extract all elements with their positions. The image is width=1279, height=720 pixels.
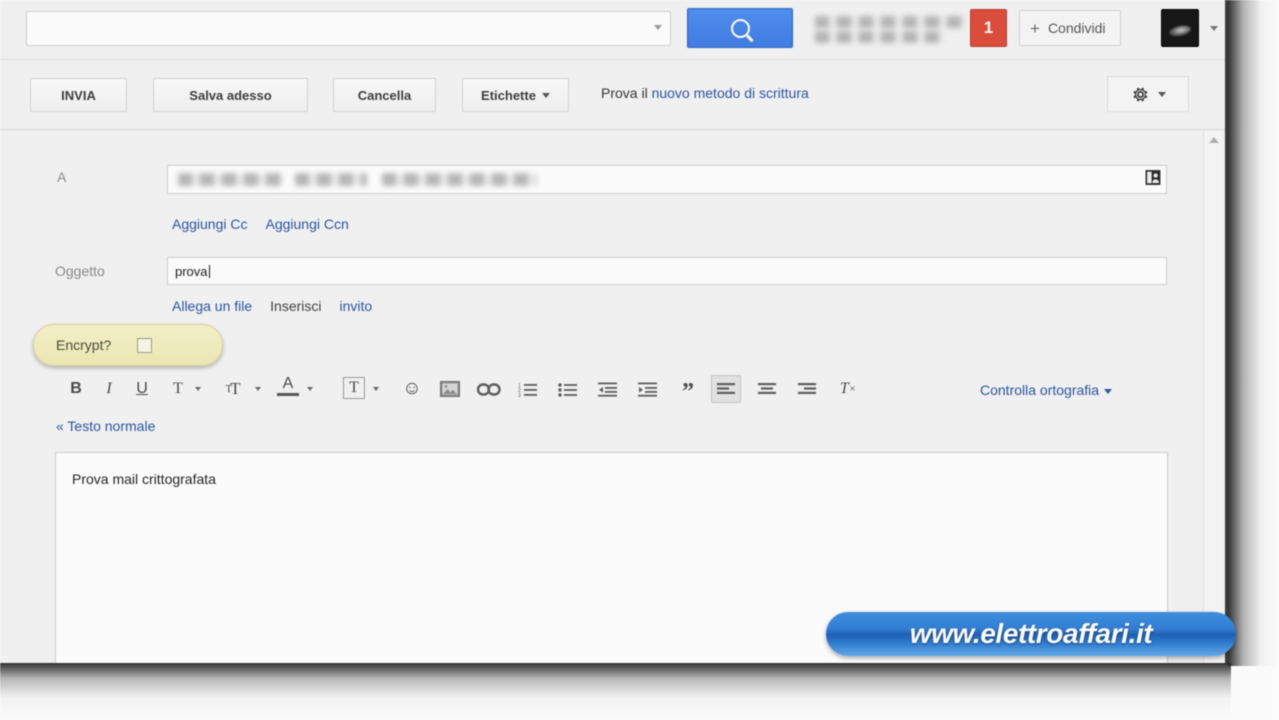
bold-icon[interactable]: B: [65, 374, 87, 404]
new-compose-mode-notice: Prova il nuovo metodo di scrittura: [601, 85, 809, 101]
insert-link-icon[interactable]: [475, 374, 503, 404]
chevron-down-icon[interactable]: [255, 387, 261, 391]
search-input[interactable]: [26, 11, 671, 46]
align-center-glyph: [758, 382, 776, 394]
send-button[interactable]: INVIA: [30, 78, 127, 112]
text-cursor: [208, 264, 210, 278]
attachment-links: Allega un file Inserisci invito: [172, 298, 390, 314]
encrypt-checkbox[interactable]: [137, 337, 153, 353]
indent-less-glyph: [598, 382, 617, 397]
settings-button[interactable]: [1107, 76, 1189, 112]
share-button-label: Condividi: [1047, 20, 1106, 36]
top-bar: 1 + Condividi: [0, 0, 1225, 60]
chevron-down-icon[interactable]: [1210, 26, 1218, 31]
message-body-text: Prova mail crittografata: [72, 471, 216, 487]
remove-formatting-icon[interactable]: T ×: [833, 374, 863, 404]
indent-less-icon[interactable]: [595, 374, 621, 404]
search-button[interactable]: [687, 8, 793, 48]
cc-bcc-links: Aggiungi Cc Aggiungi Ccn: [172, 216, 367, 232]
chevron-down-icon[interactable]: [373, 387, 379, 391]
screenshot-edge-shadow: [1228, 0, 1279, 666]
align-left-glyph: [717, 382, 735, 394]
notification-badge[interactable]: 1: [970, 9, 1007, 47]
encrypt-tooltip-label: Encrypt?: [56, 337, 112, 353]
labels-button-label: Etichette: [481, 87, 536, 103]
font-family-icon[interactable]: T: [167, 374, 189, 404]
indent-more-glyph: [638, 382, 657, 397]
spellcheck-label: Controlla ortografia: [980, 382, 1100, 398]
bulleted-list-glyph: [558, 382, 577, 397]
vertical-scrollbar[interactable]: [1203, 131, 1222, 663]
svg-text:3: 3: [518, 393, 521, 397]
text-background-icon[interactable]: T: [343, 377, 365, 399]
bulleted-list-icon[interactable]: [555, 374, 581, 404]
plain-text-link[interactable]: « Testo normale: [56, 418, 155, 434]
gear-icon: [1132, 87, 1147, 101]
labels-button[interactable]: Etichette: [462, 78, 569, 112]
chevron-down-icon[interactable]: [654, 25, 662, 30]
redacted-recipient: [295, 173, 367, 186]
new-compose-mode-link[interactable]: nuovo metodo di scrittura: [652, 85, 809, 101]
font-size-icon[interactable]: TT: [215, 374, 249, 404]
chevron-down-icon: [541, 92, 550, 98]
save-now-button[interactable]: Salva adesso: [153, 78, 308, 112]
indent-more-icon[interactable]: [635, 374, 661, 404]
chevron-down-icon: [1157, 91, 1166, 97]
watermark-text: www.elettroaffari.it: [909, 618, 1153, 649]
avatar[interactable]: [1161, 9, 1199, 47]
align-right-glyph: [798, 382, 816, 394]
search-icon: [730, 18, 750, 38]
chain-glyph: [477, 382, 501, 396]
plus-icon: +: [1030, 18, 1040, 38]
quote-icon[interactable]: ”: [675, 374, 701, 404]
redacted-account-text: [815, 31, 943, 43]
browser-page: 1 + Condividi INVIA Salva adesso Cancell…: [0, 0, 1228, 663]
to-field-label: A: [57, 169, 67, 185]
add-cc-link[interactable]: Aggiungi Cc: [172, 216, 248, 232]
align-right-icon[interactable]: [793, 374, 821, 404]
subject-value: prova: [175, 263, 208, 279]
emoji-icon[interactable]: ☺: [399, 374, 425, 404]
redacted-account-text: [815, 16, 965, 28]
subject-input[interactable]: prova: [167, 257, 1167, 285]
chevron-down-icon[interactable]: [195, 387, 201, 391]
numbered-list-icon[interactable]: 1 2 3: [515, 374, 541, 404]
attach-file-link[interactable]: Allega un file: [172, 298, 252, 314]
insert-invite-link[interactable]: invito: [340, 298, 373, 314]
italic-icon[interactable]: I: [98, 374, 120, 404]
text-color-icon[interactable]: A: [277, 374, 299, 396]
new-compose-mode-prefix: Prova il: [601, 85, 652, 101]
subject-field-label: Oggetto: [55, 263, 105, 279]
screenshot-edge-shadow: [0, 663, 1231, 720]
redacted-recipient: [178, 173, 283, 186]
spellcheck-link[interactable]: Controlla ortografia: [980, 382, 1113, 398]
contacts-icon[interactable]: [1145, 169, 1162, 186]
align-center-icon[interactable]: [753, 374, 781, 404]
chevron-down-icon: [1104, 388, 1113, 394]
share-button[interactable]: + Condividi: [1019, 10, 1121, 46]
insert-image-icon[interactable]: [437, 374, 463, 404]
align-left-icon[interactable]: [711, 375, 741, 403]
image-glyph: [440, 381, 460, 397]
discard-button[interactable]: Cancella: [333, 78, 436, 112]
redacted-recipient: [382, 173, 537, 186]
screenshot-root: 1 + Condividi INVIA Salva adesso Cancell…: [0, 0, 1279, 720]
chevron-down-icon[interactable]: [307, 387, 313, 391]
insert-invite-prefix: Inserisci: [270, 298, 322, 314]
encrypt-tooltip[interactable]: Encrypt?: [33, 324, 223, 366]
numbered-list-glyph: 1 2 3: [518, 383, 537, 397]
scroll-up-arrow-icon[interactable]: [1209, 137, 1219, 143]
watermark-banner: www.elettroaffari.it: [826, 612, 1236, 656]
add-bcc-link[interactable]: Aggiungi Ccn: [266, 216, 349, 232]
underline-icon[interactable]: U: [131, 374, 153, 404]
